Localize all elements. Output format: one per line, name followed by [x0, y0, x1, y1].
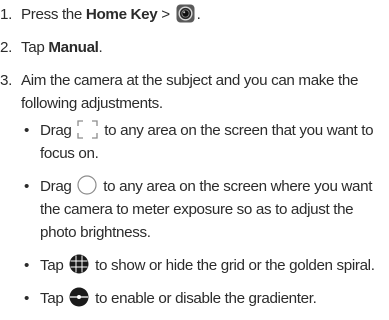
step-text: Aim the camera at the subject and you ca…: [21, 72, 359, 112]
bullet-text-after: to show or hide the grid or the golden s…: [91, 257, 375, 274]
bullet: •: [24, 122, 29, 139]
list-item: • Tap to show or hide the grid or the go…: [21, 254, 389, 277]
home-key-label: Home Key: [85, 6, 158, 23]
step-text: Press the Home Key > .: [21, 4, 201, 23]
list-item: • Drag to any area on the screen that yo…: [21, 119, 389, 165]
step-1: 1. Press the Home Key > .: [0, 3, 389, 26]
step-prefix: Tap: [21, 39, 49, 56]
focus-frame-icon: [77, 120, 99, 139]
bullet-text-before: Tap: [40, 257, 68, 274]
step-suffix: .: [98, 39, 103, 56]
list-item: • Tap to enable or disable the gradiente…: [21, 287, 389, 310]
adjustment-list: • Drag to any area on the screen that yo…: [21, 119, 389, 310]
step-prefix: Press the: [21, 6, 86, 23]
step-text: Tap Manual.: [21, 39, 103, 56]
exposure-circle-icon: [77, 175, 97, 195]
bullet: •: [24, 257, 29, 274]
bullet: •: [24, 178, 29, 195]
list-item: • Drag to any area on the screen where y…: [21, 175, 389, 244]
step-number: 1.: [0, 6, 12, 23]
gradienter-icon: [69, 287, 89, 307]
bullet-text-before: Drag: [40, 178, 76, 195]
bullet-text-after: to enable or disable the gradienter.: [91, 290, 317, 307]
manual-label: Manual: [48, 39, 99, 56]
separator: >: [157, 6, 174, 23]
bullet-text-before: Tap: [40, 290, 68, 307]
camera-app-icon: [176, 4, 195, 23]
step-2: 2. Tap Manual.: [0, 36, 389, 59]
step-suffix: .: [196, 6, 201, 23]
bullet: •: [24, 290, 29, 307]
bullet-text-before: Drag: [40, 122, 76, 139]
step-3: 3. Aim the camera at the subject and you…: [0, 69, 389, 310]
instruction-list: 1. Press the Home Key > . 2. Tap Manual.…: [0, 3, 389, 320]
step-number: 2.: [0, 39, 12, 56]
step-number: 3.: [0, 72, 12, 89]
grid-icon: [69, 254, 89, 274]
